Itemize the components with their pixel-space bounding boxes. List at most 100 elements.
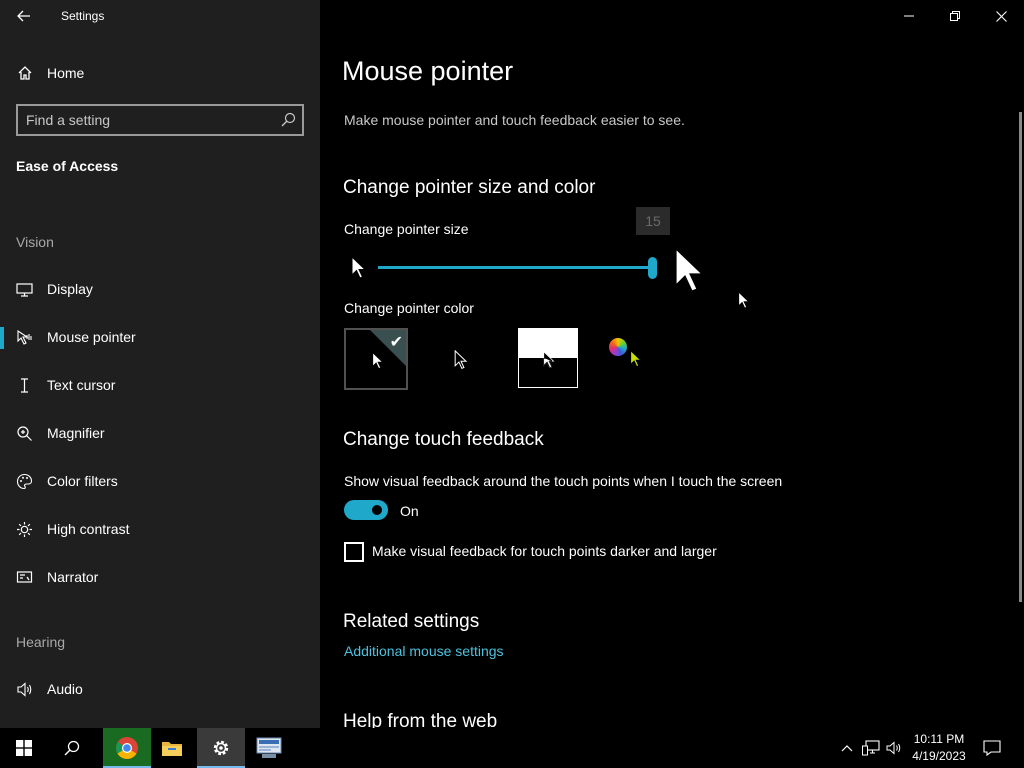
close-button[interactable]: [978, 0, 1024, 32]
pointer-color-white-option[interactable]: ✔: [344, 328, 408, 390]
windows-logo-icon: [16, 740, 32, 756]
toggle-knob: [372, 505, 382, 515]
network-icon: [862, 740, 880, 756]
action-center-button[interactable]: [976, 728, 1008, 768]
sidebar-item-magnifier[interactable]: Magnifier: [0, 413, 320, 453]
restore-button[interactable]: [932, 0, 978, 32]
sidebar-item-label: Magnifier: [47, 425, 105, 441]
black-pointer-icon: [454, 350, 468, 369]
main-content: Mouse pointer Make mouse pointer and tou…: [320, 0, 1024, 728]
related-settings-heading: Related settings: [343, 611, 480, 632]
sidebar-item-label: Color filters: [47, 473, 118, 489]
sidebar-item-mouse-pointer[interactable]: Mouse pointer: [0, 317, 320, 357]
checkmark-icon: ✔: [389, 334, 403, 351]
pointer-size-slider-thumb[interactable]: [648, 257, 657, 279]
pointer-color-black-option[interactable]: [424, 328, 488, 390]
chrome-taskbar-button[interactable]: [103, 728, 151, 768]
show-hidden-icons-button[interactable]: [838, 728, 856, 768]
volume-tray-button[interactable]: [884, 728, 904, 768]
notification-icon: [983, 740, 1001, 756]
mouse-cursor-icon: [738, 291, 750, 309]
app-title: Settings: [61, 9, 105, 23]
back-button[interactable]: [12, 6, 36, 26]
taskbar-search-button[interactable]: [48, 728, 96, 768]
taskbar: 10:11 PM 4/19/2023: [0, 728, 1024, 768]
sidebar-item-text-cursor[interactable]: Text cursor: [0, 365, 320, 405]
chrome-icon: [116, 737, 138, 759]
close-icon: [995, 10, 1007, 22]
clock-time: 10:11 PM: [913, 732, 965, 746]
volume-icon: [886, 741, 901, 755]
darker-feedback-checkbox[interactable]: [344, 542, 364, 562]
additional-mouse-settings-link[interactable]: Additional mouse settings: [344, 643, 504, 659]
display-icon: [16, 283, 33, 297]
high-contrast-icon: [17, 522, 32, 537]
custom-pointer-icon: [630, 350, 642, 367]
folder-icon: [162, 742, 182, 756]
text-cursor-icon: [21, 378, 28, 393]
toggle-state-label: On: [400, 503, 419, 519]
help-heading: Help from the web: [343, 711, 498, 728]
search-icon: [64, 740, 80, 756]
restore-icon: [950, 11, 960, 21]
file-explorer-taskbar-button[interactable]: [148, 728, 196, 768]
small-pointer-icon: [351, 256, 367, 279]
touch-section-heading: Change touch feedback: [343, 429, 544, 450]
sidebar-item-display[interactable]: Display: [0, 269, 320, 309]
sidebar-item-label: Home: [47, 65, 85, 81]
network-tool-taskbar-button[interactable]: [245, 728, 293, 768]
narrator-icon: [16, 571, 33, 583]
scrollbar[interactable]: [1019, 112, 1022, 602]
group-label-vision: Vision: [16, 234, 54, 250]
chevron-up-icon: [841, 745, 853, 752]
sidebar-item-color-filters[interactable]: Color filters: [0, 461, 320, 501]
pointer-color-inverted-option[interactable]: [518, 328, 578, 388]
pointer-section-heading: Change pointer size and color: [343, 177, 596, 198]
sidebar-item-high-contrast[interactable]: High contrast: [0, 509, 320, 549]
titlebar-left: Settings: [0, 0, 320, 32]
group-label-hearing: Hearing: [16, 634, 66, 650]
network-tray-icon-button[interactable]: [860, 728, 882, 768]
touch-feedback-toggle[interactable]: [344, 500, 388, 520]
back-arrow-icon: [17, 10, 30, 22]
sidebar-item-audio[interactable]: Audio: [0, 669, 320, 709]
home-icon: [18, 66, 32, 80]
darker-feedback-label[interactable]: Make visual feedback for touch points da…: [372, 543, 717, 559]
page-description: Make mouse pointer and touch feedback ea…: [344, 112, 685, 128]
clock-date: 4/19/2023: [912, 749, 966, 763]
large-pointer-icon: [675, 247, 704, 292]
sidebar: Settings Home Ease of Access Vision Disp…: [0, 0, 320, 728]
sidebar-item-label: Text cursor: [47, 377, 116, 393]
sidebar-item-label: High contrast: [47, 521, 130, 537]
sidebar-item-narrator[interactable]: Narrator: [0, 557, 320, 597]
page-title: Mouse pointer: [342, 56, 514, 86]
start-button[interactable]: [0, 728, 48, 768]
taskbar-clock[interactable]: 10:11 PM 4/19/2023: [906, 731, 972, 765]
pointer-color-custom-option[interactable]: [600, 328, 664, 390]
inverted-pointer-icon: [543, 351, 555, 368]
slider-value-tooltip: 15: [636, 207, 670, 235]
pointer-size-slider[interactable]: [378, 266, 654, 269]
selection-indicator: [0, 327, 4, 349]
search-input[interactable]: [26, 111, 276, 129]
gear-icon: [213, 740, 229, 756]
settings-taskbar-button[interactable]: [197, 728, 245, 768]
pointer-size-label: Change pointer size: [344, 221, 469, 237]
sidebar-item-home[interactable]: Home: [0, 58, 320, 88]
minimize-icon: [904, 15, 914, 17]
search-box[interactable]: [16, 104, 304, 136]
mouse-pointer-icon: [17, 329, 32, 345]
audio-icon: [17, 682, 32, 697]
pointer-color-label: Change pointer color: [344, 300, 474, 316]
section-title: Ease of Access: [16, 158, 119, 174]
search-icon[interactable]: [280, 112, 296, 128]
color-wheel-icon: [609, 338, 627, 356]
network-tool-icon: [256, 737, 282, 758]
sidebar-item-label: Display: [47, 281, 93, 297]
sidebar-item-label: Audio: [47, 681, 83, 697]
sidebar-item-label: Narrator: [47, 569, 99, 585]
minimize-button[interactable]: [886, 0, 932, 32]
magnifier-icon: [17, 426, 32, 441]
touch-feedback-label: Show visual feedback around the touch po…: [344, 473, 783, 489]
color-filters-icon: [16, 473, 33, 490]
